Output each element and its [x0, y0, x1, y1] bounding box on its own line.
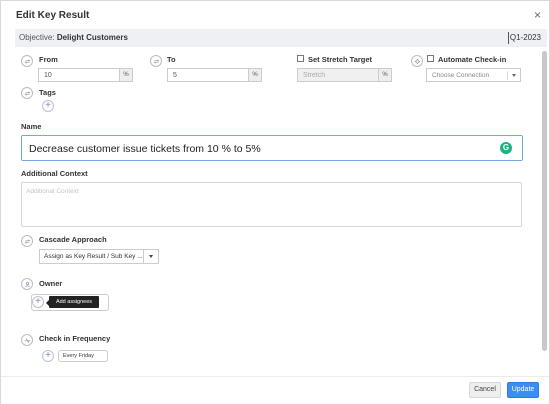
connection-select-value: Choose Connection: [432, 72, 490, 79]
grammarly-icon[interactable]: G: [500, 142, 512, 154]
close-icon[interactable]: ×: [534, 8, 541, 22]
owner-label: Owner: [39, 279, 63, 288]
cascade-icon: [21, 235, 33, 247]
from-swap-icon: [21, 55, 33, 67]
chevron-down-icon: [512, 74, 516, 77]
stretch-percent-suffix: %: [378, 68, 392, 82]
modal-scrollbar[interactable]: [542, 51, 547, 351]
to-percent-suffix: %: [248, 68, 262, 82]
stretch-target-label: Set Stretch Target: [308, 55, 373, 64]
chevron-down-icon: [149, 255, 153, 258]
name-label: Name: [21, 122, 42, 131]
cascade-caret-box: [143, 250, 158, 263]
check-in-frequency-label: Check in Frequency: [39, 334, 111, 343]
objective-quarter: Q1-2023: [509, 33, 541, 42]
objective-label: Objective: Delight Customers: [19, 33, 128, 42]
add-frequency-plus-icon[interactable]: +: [42, 350, 54, 362]
from-label: From: [39, 55, 58, 64]
objective-separator: [508, 32, 509, 44]
add-assignee-plus-icon[interactable]: +: [32, 296, 44, 308]
modal-title: Edit Key Result: [16, 10, 90, 21]
checkin-gear-icon: [411, 55, 423, 67]
modal-footer: [1, 376, 549, 404]
frequency-pulse-icon: [21, 334, 33, 346]
modal-header: Edit Key Result ×: [1, 1, 549, 29]
to-input[interactable]: 5: [167, 68, 249, 82]
cancel-button[interactable]: Cancel: [469, 382, 501, 398]
stretch-input[interactable]: Stretch: [297, 68, 379, 82]
edit-key-result-modal: Edit Key Result × Objective: Delight Cus…: [0, 0, 550, 404]
add-assignees-tooltip: Add assignees: [49, 296, 99, 308]
cascade-approach-select[interactable]: Assign as Key Result / Sub Key ...: [39, 249, 159, 264]
tags-icon: [21, 87, 33, 99]
additional-context-textarea[interactable]: Additional Context: [21, 182, 522, 227]
cascade-select-value: Assign as Key Result / Sub Key ...: [44, 253, 143, 260]
connection-select[interactable]: Choose Connection: [426, 68, 521, 82]
owner-user-icon: [21, 278, 33, 290]
tags-label: Tags: [39, 88, 56, 97]
from-input[interactable]: 10: [38, 68, 120, 82]
name-input[interactable]: Decrease customer issue tickets from 10 …: [21, 135, 523, 161]
to-label: To: [167, 55, 176, 64]
stretch-target-checkbox[interactable]: [297, 55, 304, 62]
additional-context-label: Additional Context: [21, 169, 88, 178]
from-percent-suffix: %: [119, 68, 133, 82]
update-button[interactable]: Update: [507, 382, 539, 398]
frequency-value-tag[interactable]: Every Friday: [58, 350, 108, 362]
select-divider: [507, 71, 508, 80]
objective-bar: Objective: Delight Customers Q1-2023: [15, 29, 547, 47]
objective-name: Delight Customers: [56, 33, 128, 42]
cascade-approach-label: Cascade Approach: [39, 235, 107, 244]
add-tag-plus-icon[interactable]: +: [42, 100, 54, 112]
automate-checkin-label: Automate Check-in: [438, 55, 507, 64]
automate-checkin-checkbox[interactable]: [427, 55, 434, 62]
name-input-value: Decrease customer issue tickets from 10 …: [29, 143, 261, 155]
to-swap-icon: [150, 55, 162, 67]
